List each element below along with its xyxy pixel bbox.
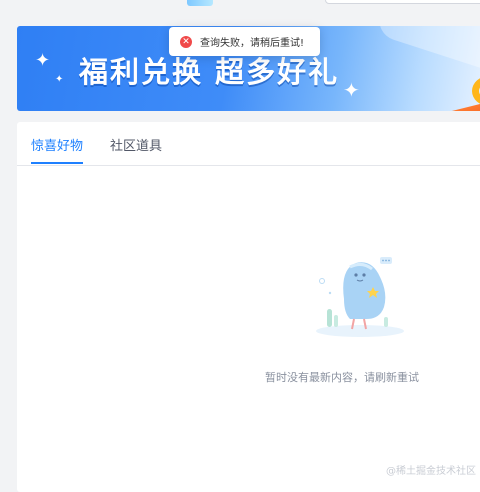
content-card: 惊喜好物 社区道具 暂时没有最新内容，请刷新重试 (17, 122, 480, 492)
tab-surprise-goods[interactable]: 惊喜好物 (31, 135, 83, 154)
empty-state-illustration (316, 257, 404, 337)
sparkle-icon: ✦ (55, 74, 64, 85)
error-icon: ✕ (180, 35, 192, 48)
gift-box-graphic (426, 95, 480, 111)
banner-light-streak (374, 26, 480, 77)
sparkle-icon: ✦ (343, 78, 360, 102)
top-decoration (187, 0, 213, 6)
active-tab-indicator (31, 162, 83, 164)
tab-community-props[interactable]: 社区道具 (110, 135, 162, 154)
error-toast: ✕ 查询失败，请稍后重试! (169, 27, 320, 56)
toast-message: 查询失败，请稍后重试! (200, 38, 305, 49)
watermark: @稀土掘金技术社区 (386, 466, 476, 477)
tab-bar: 惊喜好物 社区道具 (17, 122, 480, 166)
gift-ring-graphic (472, 76, 480, 106)
sparkle-icon: ✦ (35, 50, 51, 71)
top-strip (0, 0, 480, 18)
search-box[interactable] (325, 0, 480, 4)
empty-state-message: 暂时没有最新内容，请刷新重试 (265, 371, 419, 384)
